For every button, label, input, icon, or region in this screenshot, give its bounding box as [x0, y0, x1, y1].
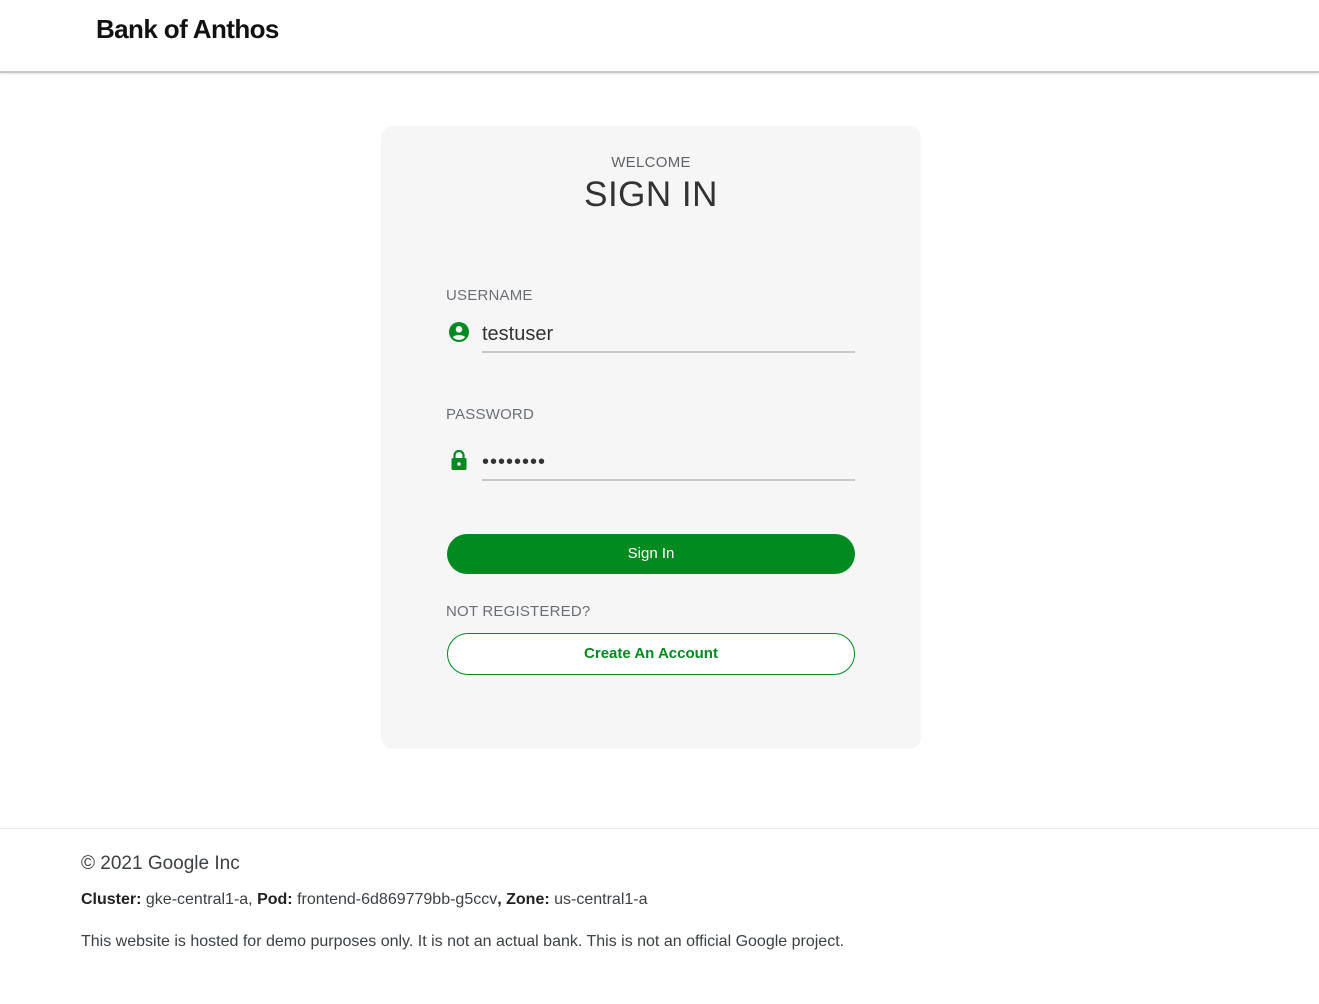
password-input[interactable]	[482, 445, 855, 481]
copyright-text: © 2021 Google Inc	[81, 853, 240, 874]
lock-icon	[447, 448, 471, 472]
footer: © 2021 Google Inc Cluster: gke-central1-…	[0, 828, 1319, 1004]
zone-label: , Zone:	[497, 891, 550, 908]
disclaimer-text: This website is hosted for demo purposes…	[81, 933, 845, 950]
pod-value: frontend-6d869779bb-g5ccv	[297, 891, 498, 908]
cluster-value: gke-central1-a,	[145, 891, 253, 908]
sign-in-button[interactable]: Sign In	[447, 534, 855, 574]
header: Bank of Anthos	[0, 0, 1319, 73]
password-label: PASSWORD	[446, 406, 534, 423]
pod-label: Pod:	[257, 891, 293, 908]
brand-logo[interactable]: Bank of Anthos	[96, 14, 279, 45]
create-account-button[interactable]: Create An Account	[447, 633, 855, 675]
not-registered-label: NOT REGISTERED?	[446, 603, 591, 620]
username-input[interactable]	[482, 317, 855, 353]
username-label: USERNAME	[446, 287, 533, 304]
cluster-label: Cluster:	[81, 891, 142, 908]
welcome-text: WELCOME	[611, 154, 691, 171]
account-circle-icon	[447, 320, 471, 344]
deployment-info: Cluster: gke-central1-a, Pod: frontend-6…	[81, 891, 648, 909]
zone-value: us-central1-a	[554, 891, 648, 908]
login-card: WELCOME SIGN IN USERNAME PASSWORD Sign I…	[381, 126, 921, 749]
page-title: SIGN IN	[584, 175, 718, 214]
